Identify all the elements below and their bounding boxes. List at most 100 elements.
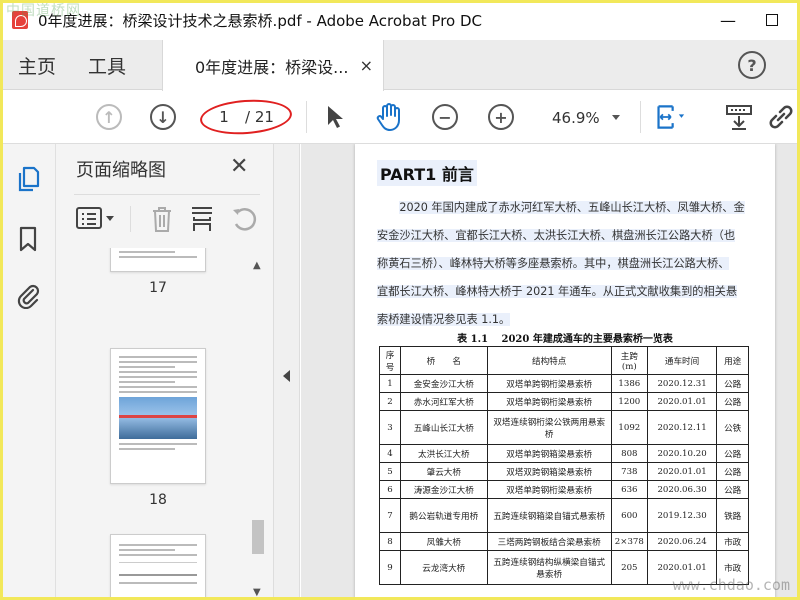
document-viewer[interactable]: PART1 前言 2020 年国内建成了赤水河红军大桥、五峰山长江大桥、凤雏大桥…	[301, 144, 800, 600]
tab-bar: 主页 工具 0年度进展：桥梁设... × ?	[0, 40, 800, 91]
table-cell: 2020.01.01	[646, 462, 718, 481]
paragraph-line: 索桥建设情况参见表 1.1。	[377, 313, 511, 326]
table-cell: 公路	[716, 444, 749, 463]
table-cell: 肇云大桥	[400, 462, 488, 481]
table-row: 7 鹅公岩轨道专用桥 五跨连续钢箱梁自锚式悬索桥 600 2019.12.30 铁路	[378, 498, 749, 533]
table-cell: 金安金沙江大桥	[400, 374, 488, 393]
rotate-icon	[233, 208, 257, 231]
delete-page-button[interactable]	[148, 204, 176, 238]
scroll-down-icon[interactable]: ▼	[253, 587, 261, 598]
paperclip-icon	[17, 284, 40, 309]
thumbnails-rail-button[interactable]	[14, 164, 42, 194]
table-cell: 205	[610, 550, 648, 585]
link-button[interactable]	[766, 102, 796, 132]
table-cell: 2019.12.30	[646, 498, 718, 533]
thumbnail-scrollbar[interactable]: ▲ ▼	[250, 256, 266, 600]
table-cell: 五峰山长江大桥	[400, 410, 488, 445]
thumbnail-page-18[interactable]	[110, 348, 206, 484]
tab-document-label: 0年度进展：桥梁设...	[195, 57, 349, 77]
panel-close-button[interactable]: ✕	[230, 154, 248, 179]
link-icon	[769, 105, 793, 129]
column-header: 用途	[716, 346, 749, 375]
page-thumbnails-icon	[18, 166, 40, 192]
table-row: 6 涛源金沙江大桥 双塔单跨钢桁梁悬索桥 636 2020.06.30 公路	[378, 480, 749, 499]
table-cell: 1386	[610, 374, 648, 393]
fit-width-icon	[657, 105, 685, 129]
title-bar: 0年度进展：桥梁设计技术之悬索桥.pdf - Adobe Acrobat Pro…	[0, 0, 800, 40]
watermark-bottom-right: www.chdao.com	[672, 576, 790, 594]
table-cell: 636	[610, 480, 648, 499]
table-cell: 双塔单跨钢桁梁悬索桥	[486, 374, 612, 393]
minimize-button[interactable]: —	[706, 8, 750, 32]
table-cell: 涛源金沙江大桥	[400, 480, 488, 499]
maximize-icon	[766, 14, 778, 26]
table-cell: 9	[378, 550, 402, 585]
toolbar-separator	[306, 101, 307, 133]
thumbnail-page-19[interactable]	[110, 534, 206, 600]
panel-title: 页面缩略图	[76, 160, 166, 181]
thumbnail-page-17[interactable]	[110, 248, 206, 272]
cursor-arrow-icon	[328, 106, 343, 128]
watermark-top-left: 中国道桥网	[6, 3, 81, 19]
help-button[interactable]: ?	[738, 51, 766, 79]
attachments-rail-button[interactable]	[14, 280, 42, 310]
insert-page-button[interactable]	[188, 204, 216, 238]
hand-tool-button[interactable]	[374, 102, 404, 132]
table-cell: 5	[378, 462, 402, 481]
table-cell: 赤水河红军大桥	[400, 392, 488, 411]
arrow-up-icon: ↑	[96, 104, 122, 130]
table-cell: 公路	[716, 480, 749, 499]
chevron-down-icon	[612, 115, 620, 120]
maximize-button[interactable]	[750, 8, 794, 32]
scroll-mode-button[interactable]	[724, 102, 754, 132]
prev-page-button[interactable]: ↑	[94, 102, 124, 132]
table-cell: 双塔连续钢桁梁公铁两用悬索桥	[486, 410, 612, 445]
table-cell: 2	[378, 392, 402, 411]
window-title: 0年度进展：桥梁设计技术之悬索桥.pdf - Adobe Acrobat Pro…	[38, 11, 483, 30]
zoom-out-button[interactable]: −	[430, 102, 460, 132]
rotate-page-button[interactable]	[230, 204, 260, 238]
table-cell: 公路	[716, 462, 749, 481]
table-cell: 2020.12.11	[646, 410, 718, 445]
column-header: 主跨(m)	[610, 346, 648, 375]
toolbar: ↑ ↓ 1 / 21 − + 46.9%	[0, 91, 800, 144]
tab-close-button[interactable]: ×	[360, 56, 373, 75]
panel-toolbar-separator	[130, 206, 131, 232]
table-cell: 公路	[716, 392, 749, 411]
annotation-ellipse	[198, 96, 294, 138]
table-row: 4 太洪长江大桥 双塔单跨钢箱梁悬索桥 808 2020.10.20 公路	[378, 444, 749, 463]
table-row: 1 金安金沙江大桥 双塔单跨钢桁梁悬索桥 1386 2020.12.31 公路	[378, 374, 749, 393]
table-cell: 双塔单跨钢桁梁悬索桥	[486, 480, 612, 499]
doc-paragraph: 2020 年国内建成了赤水河红军大桥、五峰山长江大桥、凤雏大桥、金 安金沙江大桥…	[377, 194, 751, 334]
table-cell: 1092	[610, 410, 648, 445]
paragraph-line: 宜都长江大桥、峰林特大桥于 2021 年通车。从正式文献收集到的相关悬	[377, 285, 738, 298]
tab-document[interactable]: 0年度进展：桥梁设... ×	[162, 40, 384, 91]
panel-toolbar	[74, 202, 274, 238]
collapse-panel-icon[interactable]	[283, 370, 290, 382]
table-header-row: 序号 桥 名 结构特点 主跨(m) 通车时间 用途	[378, 346, 749, 375]
tab-home[interactable]: 主页	[18, 40, 56, 90]
panel-splitter[interactable]	[274, 144, 300, 600]
bridges-table: 序号 桥 名 结构特点 主跨(m) 通车时间 用途 1 金安金沙江大桥 双塔单跨钢桁…	[378, 346, 749, 585]
tab-tools[interactable]: 工具	[88, 40, 126, 90]
table-cell: 凤雏大桥	[400, 532, 488, 551]
next-page-button[interactable]: ↓	[148, 102, 178, 132]
scroll-up-icon[interactable]: ▲	[253, 260, 261, 271]
column-header: 通车时间	[646, 346, 718, 375]
thumbnail-bridge-photo	[119, 397, 197, 439]
plus-icon: +	[488, 104, 514, 130]
options-menu-button[interactable]	[74, 204, 118, 236]
table-cell: 2020.06.24	[646, 532, 718, 551]
table-cell: 808	[610, 444, 648, 463]
table-cell: 2020.06.30	[646, 480, 718, 499]
zoom-in-button[interactable]: +	[486, 102, 516, 132]
table-cell: 2×378	[610, 532, 648, 551]
fit-width-button[interactable]	[655, 102, 685, 132]
table-cell: 五跨连续钢箱梁自锚式悬索桥	[486, 498, 612, 533]
panel-divider	[74, 194, 260, 195]
scrollbar-thumb[interactable]	[252, 520, 264, 554]
select-tool-button[interactable]	[320, 102, 350, 132]
thumbnail-list: 17 18	[56, 248, 256, 600]
bookmarks-rail-button[interactable]	[14, 224, 42, 254]
table-cell: 鹅公岩轨道专用桥	[400, 498, 488, 533]
